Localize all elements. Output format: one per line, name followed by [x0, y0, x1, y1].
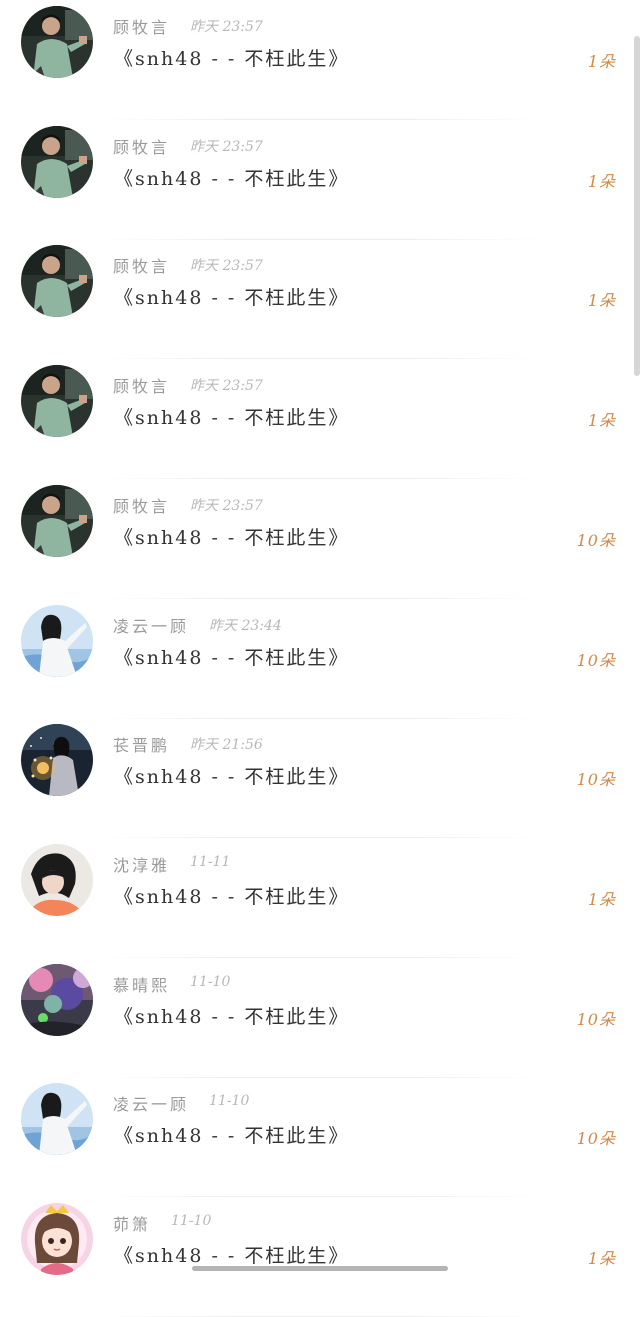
- flower-count: 1朵: [587, 52, 616, 71]
- avatar[interactable]: [21, 365, 93, 438]
- flower-count: 10朵: [576, 1009, 616, 1029]
- song-title: 《snh48 - - 不枉此生》: [114, 407, 350, 430]
- song-title: 《snh48 - - 不枉此生》: [114, 526, 350, 549]
- song-title: 《snh48 - - 不枉此生》: [114, 1245, 350, 1267]
- user-name[interactable]: 顾牧言: [113, 14, 170, 38]
- list-item[interactable]: 苌晋鹏 昨天 21:56 《snh48 - - 不枉此生》 10朵: [0, 718, 640, 839]
- timestamp: 昨天 23:57: [190, 138, 263, 155]
- user-name[interactable]: 沈淳雅: [113, 852, 170, 876]
- timestamp: 昨天 21:56: [190, 737, 263, 754]
- avatar[interactable]: [21, 604, 93, 677]
- flower-count: 10朵: [576, 770, 616, 790]
- song-title: 《snh48 - - 不枉此生》: [114, 167, 350, 190]
- home-indicator[interactable]: [192, 1266, 448, 1271]
- timestamp: 昨天 23:57: [190, 258, 263, 275]
- user-name[interactable]: 茆箫: [113, 1211, 151, 1235]
- avatar[interactable]: [21, 125, 93, 198]
- timestamp: 11-10: [171, 1213, 212, 1229]
- flower-count: 10朵: [576, 530, 616, 550]
- flower-count: 1朵: [587, 171, 616, 191]
- song-title: 《snh48 - - 不枉此生》: [114, 1005, 350, 1028]
- song-title: 《snh48 - - 不枉此生》: [114, 766, 350, 789]
- avatar[interactable]: [21, 843, 93, 916]
- user-name[interactable]: 顾牧言: [113, 253, 170, 277]
- avatar[interactable]: [21, 484, 93, 557]
- list-item[interactable]: 茆箫 11-10 《snh48 - - 不枉此生》 1朵: [0, 1197, 640, 1317]
- user-name[interactable]: 凌云一顾: [113, 613, 189, 637]
- list-item[interactable]: 沈淳雅 11-11 《snh48 - - 不枉此生》 1朵: [0, 838, 640, 958]
- list-item[interactable]: 顾牧言 昨天 23:57 《snh48 - - 不枉此生》 1朵: [0, 120, 640, 240]
- list-item[interactable]: 凌云一顾 11-10 《snh48 - - 不枉此生》 10朵: [0, 1077, 640, 1198]
- song-title: 《snh48 - - 不枉此生》: [114, 48, 350, 70]
- user-name[interactable]: 顾牧言: [113, 134, 170, 158]
- flower-count: 10朵: [576, 1129, 616, 1149]
- song-title: 《snh48 - - 不枉此生》: [114, 646, 350, 669]
- list-item[interactable]: 顾牧言 昨天 23:57 《snh48 - - 不枉此生》 1朵: [0, 359, 640, 480]
- scrollbar[interactable]: [634, 36, 640, 376]
- timestamp: 11-10: [209, 1093, 250, 1110]
- timestamp: 昨天 23:57: [190, 19, 263, 35]
- avatar[interactable]: [21, 963, 93, 1036]
- list-item[interactable]: 顾牧言 昨天 23:57 《snh48 - - 不枉此生》 1朵: [0, 0, 640, 120]
- list-item[interactable]: 凌云一顾 昨天 23:44 《snh48 - - 不枉此生》 10朵: [0, 599, 640, 719]
- avatar[interactable]: [21, 1203, 93, 1275]
- song-title: 《snh48 - - 不枉此生》: [114, 885, 350, 908]
- list-item[interactable]: 顾牧言 昨天 23:57 《snh48 - - 不枉此生》 1朵: [0, 239, 640, 360]
- timestamp: 11-10: [190, 973, 231, 990]
- timestamp: 11-11: [190, 853, 231, 870]
- avatar[interactable]: [21, 6, 93, 78]
- avatar[interactable]: [21, 724, 93, 797]
- flower-count: 1朵: [587, 411, 616, 431]
- user-name[interactable]: 顾牧言: [113, 493, 170, 517]
- user-name[interactable]: 苌晋鹏: [113, 732, 170, 756]
- flower-count: 1朵: [587, 889, 616, 909]
- timestamp: 昨天 23:57: [190, 497, 263, 514]
- user-name[interactable]: 凌云一顾: [113, 1091, 189, 1115]
- timestamp: 昨天 23:57: [190, 378, 263, 395]
- avatar[interactable]: [21, 1083, 93, 1156]
- flower-count: 1朵: [587, 291, 616, 311]
- list-item[interactable]: 慕晴熙 11-10 《snh48 - - 不枉此生》 10朵: [0, 958, 640, 1078]
- song-title: 《snh48 - - 不枉此生》: [114, 287, 350, 310]
- list-item[interactable]: 顾牧言 昨天 23:57 《snh48 - - 不枉此生》 10朵: [0, 479, 640, 599]
- timestamp: 昨天 23:44: [209, 617, 282, 634]
- song-title: 《snh48 - - 不枉此生》: [114, 1125, 350, 1148]
- flower-count: 1朵: [587, 1249, 616, 1268]
- user-name[interactable]: 慕晴熙: [113, 972, 170, 996]
- avatar[interactable]: [21, 245, 93, 318]
- flower-count: 10朵: [576, 650, 616, 670]
- user-name[interactable]: 顾牧言: [113, 373, 170, 397]
